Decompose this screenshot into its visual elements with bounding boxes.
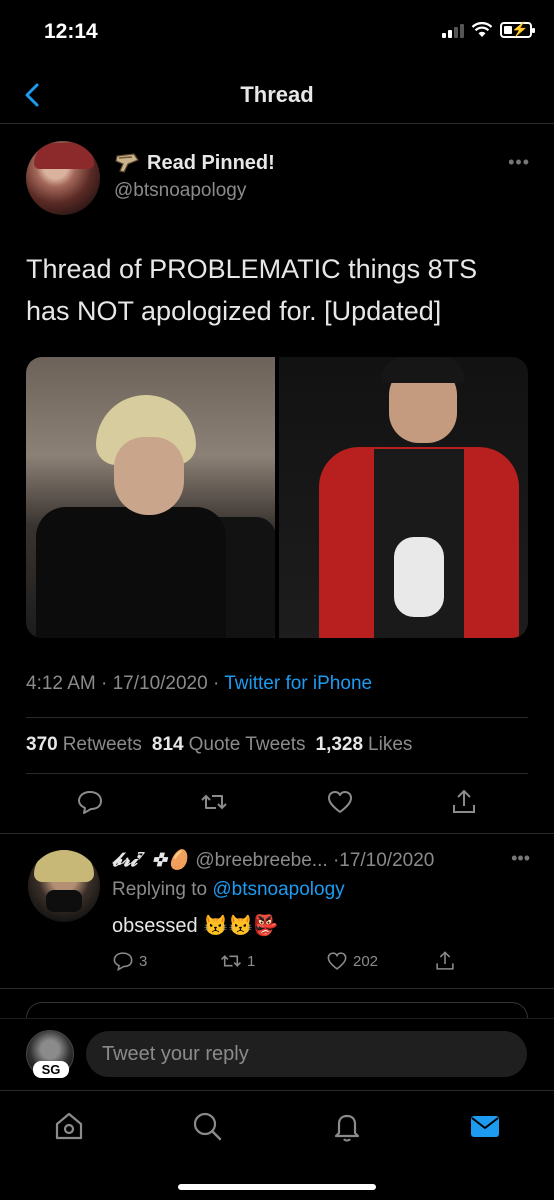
tweet-time: 4:12 AM · 17/10/2020 · (26, 673, 225, 694)
signal-icon (442, 23, 464, 38)
search-icon[interactable] (190, 1109, 224, 1143)
tweet-timestamp: 4:12 AM · 17/10/2020 · Twitter for iPhon… (26, 673, 372, 695)
status-icons: ⚡ (442, 21, 535, 38)
tweet-media[interactable] (26, 357, 528, 638)
reply-share-button[interactable] (434, 950, 456, 972)
reply-header: 𝓫𝓻𝓲⁷ ✜🥚 @breebreebe... ·17/10/2020 (112, 848, 434, 872)
reply-more-icon[interactable]: ••• (511, 848, 530, 869)
like-icon[interactable] (326, 788, 354, 816)
author-avatar[interactable] (26, 141, 100, 215)
replying-to: Replying to @btsnoapology (112, 879, 345, 900)
messages-icon[interactable] (468, 1109, 502, 1143)
reply-author-handle[interactable]: @breebreebe... (195, 850, 327, 871)
home-icon[interactable] (52, 1109, 86, 1143)
quotes-stat[interactable]: 814 Quote Tweets (152, 734, 306, 756)
avatar-badge: SG (33, 1061, 69, 1078)
divider (26, 717, 528, 718)
replying-to-link[interactable]: @btsnoapology (212, 879, 344, 900)
reply-like-button[interactable]: 202 (326, 950, 378, 972)
tweet-actions (0, 788, 554, 824)
battery-icon: ⚡ (500, 21, 535, 38)
reply-avatar[interactable] (28, 850, 100, 922)
pin-emoji-icon (115, 153, 139, 173)
nav-bar: Thread (0, 66, 554, 124)
status-time: 12:14 (44, 20, 98, 43)
reply-actions: 3 1 202 (112, 950, 532, 974)
retweets-stat[interactable]: 370 Retweets (26, 734, 142, 756)
more-options-icon[interactable]: ••• (508, 152, 530, 173)
media-photo-left[interactable] (26, 357, 275, 638)
author-handle[interactable]: @btsnoapology (114, 180, 246, 202)
like-icon (327, 952, 347, 970)
reply-count: 3 (139, 952, 148, 970)
divider (26, 773, 528, 774)
like-count: 202 (353, 952, 379, 970)
share-icon (436, 951, 454, 970)
divider (0, 988, 554, 989)
home-indicator (178, 1184, 376, 1190)
reply-input[interactable]: Tweet your reply (86, 1031, 527, 1077)
reply-retweet-button[interactable]: 1 (220, 950, 255, 972)
author-name[interactable]: Read Pinned! (147, 152, 275, 175)
likes-stat[interactable]: 1,328 Likes (316, 734, 413, 756)
tweet-text: Thread of PROBLEMATIC things 8TS has NOT… (26, 254, 478, 326)
page-title: Thread (240, 82, 314, 107)
reply-date: ·17/10/2020 (332, 850, 435, 871)
notifications-icon[interactable] (330, 1109, 364, 1143)
reply-text: obsessed 😾😾👺 (112, 915, 278, 937)
retweet-icon[interactable] (200, 788, 228, 816)
reply-author-name[interactable]: 𝓫𝓻𝓲⁷ ✜🥚 (112, 849, 190, 871)
share-icon[interactable] (450, 788, 478, 816)
reply-icon (113, 952, 133, 972)
media-photo-right[interactable] (279, 357, 528, 638)
divider (0, 833, 554, 834)
wifi-icon (471, 22, 493, 37)
tweet-source-link[interactable]: Twitter for iPhone (224, 673, 372, 694)
tweet-stats: 370 Retweets 814 Quote Tweets 1,328 Likes (26, 734, 412, 756)
status-bar: 12:14 ⚡ (0, 0, 554, 66)
retweet-count: 1 (247, 952, 256, 970)
reply-reply-button[interactable]: 3 (112, 950, 147, 972)
reply-icon[interactable] (76, 788, 104, 816)
retweet-icon (221, 955, 241, 967)
